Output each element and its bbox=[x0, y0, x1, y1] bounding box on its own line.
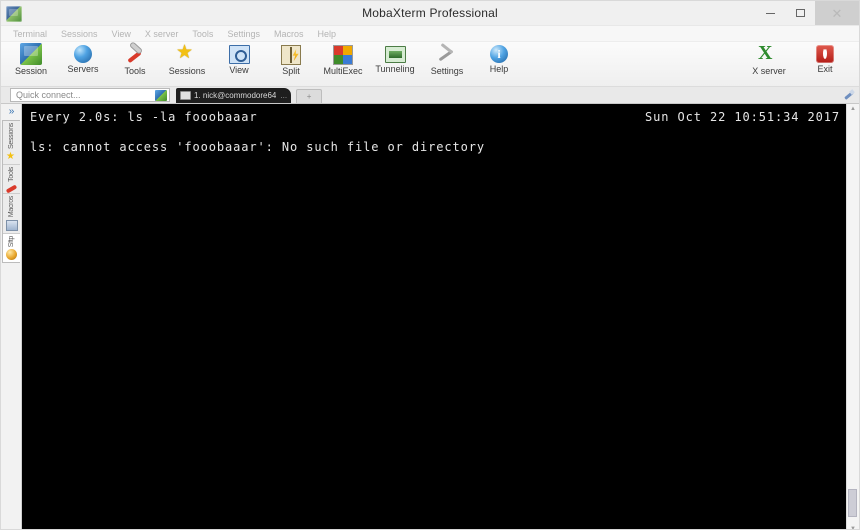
toolbar-label-split: Split bbox=[282, 66, 300, 76]
maximize-icon bbox=[795, 9, 805, 17]
sidebar-label-macros: Macros bbox=[7, 195, 15, 218]
sidebar-item-sftp[interactable]: Sftp bbox=[3, 234, 20, 263]
menu-bar: Terminal Sessions View X server Tools Se… bbox=[1, 26, 859, 42]
toolbar-label-sessions: Sessions bbox=[168, 66, 206, 76]
exit-power-icon bbox=[816, 45, 834, 63]
session-icon bbox=[20, 43, 42, 65]
watch-header-command: Every 2.0s: ls -la fooobaaar bbox=[30, 110, 258, 124]
toolbar-label-settings: Settings bbox=[430, 66, 464, 76]
toolbar-label-view: View bbox=[229, 65, 249, 75]
menu-item-view[interactable]: View bbox=[105, 27, 138, 41]
toolbar-button-split[interactable]: Split bbox=[265, 42, 317, 76]
menu-item-tools[interactable]: Tools bbox=[185, 27, 220, 41]
toolbar-button-exit[interactable]: Exit bbox=[797, 42, 853, 74]
mobaxterm-logo-icon bbox=[6, 5, 22, 22]
scrollbar-thumb[interactable] bbox=[848, 489, 857, 517]
toolbar-button-servers[interactable]: Servers bbox=[57, 42, 109, 74]
quick-connect-input[interactable]: Quick connect... bbox=[10, 88, 170, 102]
sessions-star-icon: ★ bbox=[176, 42, 194, 63]
window-title: MobaXterm Professional bbox=[362, 6, 498, 20]
quick-connect-placeholder: Quick connect... bbox=[16, 90, 81, 100]
menu-item-xserver[interactable]: X server bbox=[138, 27, 186, 41]
menu-item-sessions[interactable]: Sessions bbox=[54, 27, 105, 41]
maximize-button[interactable] bbox=[785, 1, 815, 25]
toolbar-label-help: Help bbox=[489, 64, 509, 74]
toolbar-label-exit: Exit bbox=[817, 64, 833, 74]
split-icon bbox=[281, 45, 301, 65]
help-info-icon bbox=[490, 45, 508, 63]
sidebar-item-macros[interactable]: Macros bbox=[3, 194, 20, 235]
sidebar-item-sessions[interactable]: Sessions ★ bbox=[3, 121, 20, 166]
settings-tools-icon bbox=[436, 43, 458, 65]
xserver-x-icon: X bbox=[758, 42, 773, 64]
terminal-output-line: ls: cannot access 'fooobaaar': No such f… bbox=[30, 140, 485, 154]
close-button[interactable]: ✕ bbox=[815, 1, 859, 25]
sidebar-tab-group: Sessions ★ Tools Macros Sftp bbox=[2, 120, 20, 264]
sidebar-label-sftp: Sftp bbox=[7, 236, 15, 248]
toolbar-button-view[interactable]: View bbox=[213, 42, 265, 75]
multiexec-grid-icon bbox=[333, 45, 353, 65]
new-tab-button[interactable]: + bbox=[296, 89, 323, 103]
toolbar-button-tools[interactable]: Tools bbox=[109, 42, 161, 76]
pin-tab-icon[interactable] bbox=[843, 89, 854, 100]
tools-wrench-icon bbox=[5, 184, 18, 194]
terminal-pane[interactable]: Every 2.0s: ls -la fooobaaar Sun Oct 22 … bbox=[22, 104, 846, 529]
terminal-monitor-icon bbox=[180, 91, 191, 100]
terminal-tab-label: 1. nick@commodore64 bbox=[194, 91, 277, 100]
toolbar-right-group: X X server Exit bbox=[741, 42, 853, 76]
scrollbar-down-arrow[interactable]: ▼ bbox=[847, 524, 859, 529]
toolbar-button-settings[interactable]: Settings bbox=[421, 42, 473, 76]
menu-item-help[interactable]: Help bbox=[310, 27, 343, 41]
toolbar-button-xserver[interactable]: X X server bbox=[741, 42, 797, 77]
toolbar-label-tunneling: Tunneling bbox=[375, 64, 415, 74]
minimize-button[interactable] bbox=[755, 1, 785, 25]
watch-header-timestamp: Sun Oct 22 10:51:34 2017 bbox=[645, 110, 840, 124]
mobaxterm-window: MobaXterm Professional ✕ Terminal Sessio… bbox=[0, 0, 860, 530]
terminal-tab-1[interactable]: 1. nick@commodore64 ... bbox=[176, 88, 292, 103]
toolbar-label-session: Session bbox=[14, 66, 48, 76]
close-icon: ✕ bbox=[831, 5, 843, 21]
sidebar-label-sessions: Sessions bbox=[7, 123, 15, 150]
toolbar-button-tunneling[interactable]: Tunneling bbox=[369, 42, 421, 74]
tab-bar: Quick connect... 1. nick@commodore64 ...… bbox=[1, 87, 859, 104]
terminal-tab-overflow: ... bbox=[280, 91, 288, 100]
sftp-icon bbox=[6, 249, 17, 261]
toolbar: Session Servers Tools ★ Sessions View Sp… bbox=[1, 42, 859, 87]
sidebar-label-tools: Tools bbox=[7, 167, 15, 182]
macros-icon bbox=[5, 220, 18, 232]
scrollbar-up-arrow[interactable]: ▲ bbox=[847, 104, 859, 114]
view-magnifier-icon bbox=[228, 45, 250, 64]
sidebar-item-tools[interactable]: Tools bbox=[3, 165, 20, 194]
toolbar-button-session[interactable]: Session bbox=[5, 42, 57, 76]
main-body: » Sessions ★ Tools Macros Sftp Every 2.0… bbox=[1, 104, 859, 529]
terminal-scrollbar[interactable]: ▲ ▼ bbox=[846, 104, 859, 529]
toolbar-button-multiexec[interactable]: MultiExec bbox=[317, 42, 369, 76]
toolbar-label-multiexec: MultiExec bbox=[323, 66, 363, 76]
servers-globe-icon bbox=[74, 45, 92, 63]
left-sidebar: » Sessions ★ Tools Macros Sftp bbox=[1, 104, 22, 529]
toolbar-label-servers: Servers bbox=[67, 64, 99, 74]
window-controls: ✕ bbox=[755, 1, 859, 25]
sessions-star-icon: ★ bbox=[6, 151, 15, 163]
toolbar-button-help[interactable]: Help bbox=[473, 42, 525, 74]
menu-item-macros[interactable]: Macros bbox=[267, 27, 311, 41]
toolbar-label-xserver: X server bbox=[752, 66, 786, 76]
toolbar-button-sessions[interactable]: ★ Sessions bbox=[161, 42, 213, 77]
toolbar-label-tools: Tools bbox=[124, 66, 146, 76]
title-bar: MobaXterm Professional ✕ bbox=[1, 1, 859, 26]
minimize-icon bbox=[765, 12, 775, 14]
tunneling-icon bbox=[384, 46, 406, 63]
quick-connect-icon[interactable] bbox=[155, 89, 167, 101]
sidebar-expand-button[interactable]: » bbox=[9, 106, 14, 118]
tools-wrench-icon bbox=[124, 43, 146, 65]
menu-item-terminal[interactable]: Terminal bbox=[6, 27, 54, 41]
menu-item-settings[interactable]: Settings bbox=[220, 27, 267, 41]
